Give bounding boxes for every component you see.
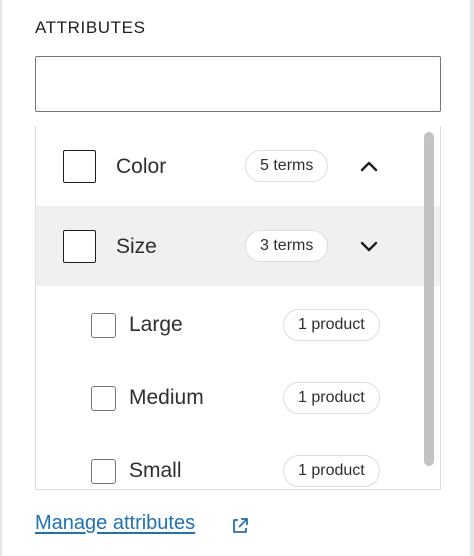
term-row-medium[interactable]: Medium 1 product xyxy=(36,362,440,434)
term-label-large: Large xyxy=(129,313,183,336)
term-checkbox-medium[interactable] xyxy=(91,386,116,411)
color-checkbox[interactable] xyxy=(63,150,96,183)
product-count-badge: 1 product xyxy=(283,382,380,414)
left-divider xyxy=(0,0,2,556)
attribute-row-color[interactable]: Color 5 terms xyxy=(36,126,440,206)
term-label-small: Small xyxy=(129,459,182,482)
attribute-row-size[interactable]: Size 3 terms xyxy=(36,206,440,286)
attributes-panel: ATTRIBUTES Color 5 terms Size 3 terms La… xyxy=(0,0,474,556)
product-count-badge: 1 product xyxy=(283,309,380,341)
attribute-list[interactable]: Color 5 terms Size 3 terms Large 1 produ… xyxy=(35,126,441,490)
term-checkbox-small[interactable] xyxy=(91,459,116,484)
chevron-down-icon[interactable] xyxy=(357,234,381,258)
attribute-label-color: Color xyxy=(116,155,167,178)
size-checkbox[interactable] xyxy=(63,230,96,263)
scrollbar-thumb[interactable] xyxy=(424,132,434,466)
term-row-small[interactable]: Small 1 product xyxy=(36,435,440,489)
product-count-badge: 1 product xyxy=(283,455,380,487)
manage-attributes-link[interactable]: Manage attributes xyxy=(35,512,195,535)
chevron-up-icon[interactable] xyxy=(357,154,381,178)
section-title: ATTRIBUTES xyxy=(35,18,146,37)
right-divider xyxy=(470,0,474,556)
list-scrollbar[interactable] xyxy=(422,132,436,468)
attribute-label-size: Size xyxy=(116,235,157,258)
term-label-medium: Medium xyxy=(129,386,204,409)
terms-count-badge: 5 terms xyxy=(245,150,329,182)
term-row-large[interactable]: Large 1 product xyxy=(36,289,440,361)
external-link-icon[interactable] xyxy=(231,517,249,535)
terms-count-badge: 3 terms xyxy=(245,230,329,262)
attribute-search-input[interactable] xyxy=(35,56,441,112)
term-checkbox-large[interactable] xyxy=(91,313,116,338)
